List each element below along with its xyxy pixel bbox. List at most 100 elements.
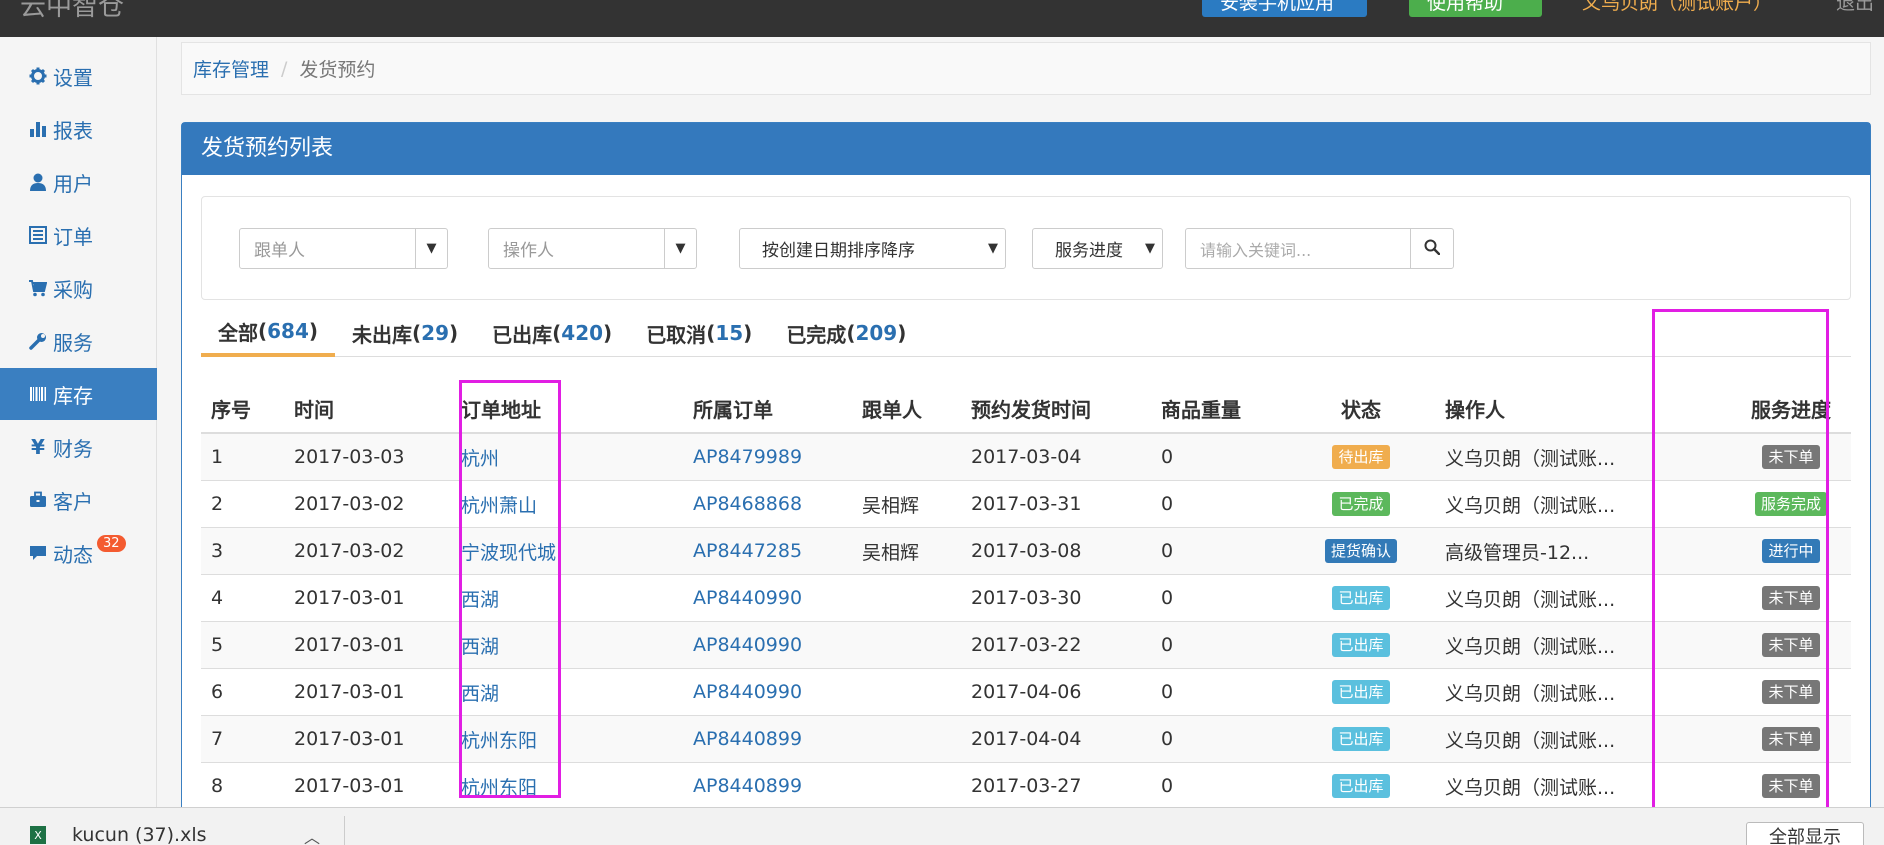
cell-order[interactable]: AP8440899 [693,763,802,809]
sidebar-item-service[interactable]: 服务 [0,315,157,367]
sort-select[interactable]: 按创建日期排序降序 ▼ [739,228,1006,269]
logout-link[interactable]: 退出 [1836,0,1874,15]
sidebar-item-customers[interactable]: 客户 [0,474,157,526]
cell-address[interactable]: 西湖 [461,669,499,715]
sidebar-item-inventory[interactable]: 库存 [0,368,157,420]
sidebar-item-label: 库存 [53,383,93,408]
cell-operator: 义乌贝朗（测试账... [1445,729,1616,752]
table-row: 8 2017-03-01 杭州东阳 AP8440899 2017-03-27 0 已出库 义乌… [201,763,1851,810]
operator-select[interactable]: 操作人 ▼ [488,228,697,269]
sidebar-item-activity[interactable]: 动态 32 [0,527,157,579]
cell-status: 已出库 [1301,669,1421,715]
chevron-up-icon[interactable]: ︿ [304,824,320,845]
progress-label: 未下单 [1762,445,1820,469]
cell-progress: 未下单 [1731,575,1851,621]
cell-order[interactable]: AP8479989 [693,434,802,480]
sidebar-item-label: 客户 [53,489,93,514]
sidebar-item-label: 报表 [53,118,93,143]
col-header-ship-time: 预约发货时间 [971,398,1091,422]
cell-address[interactable]: 杭州东阳 [461,763,537,809]
current-user-link[interactable]: 义乌贝朗（测试账户） [1582,0,1772,15]
sidebar-item-label: 设置 [53,65,93,90]
cell-address[interactable]: 西湖 [461,575,499,621]
table-row: 3 2017-03-02 宁波现代城 AP8447285 吴相辉 2017-03-08 0 提… [201,528,1851,575]
sidebar-item-label: 用户 [53,171,93,196]
status-label: 已出库 [1332,727,1390,751]
cell-order[interactable]: AP8440990 [693,575,802,621]
col-header-order: 所属订单 [693,398,773,422]
help-button[interactable]: 使用帮助 [1409,0,1542,17]
cell-follower: 吴相辉 [862,494,920,517]
tab-cancelled[interactable]: 已取消(15) [629,309,769,357]
cell-weight: 0 [1161,540,1174,562]
cell-order[interactable]: AP8440990 [693,622,802,668]
cell-operator: 义乌贝朗（测试账... [1445,588,1616,611]
cell-index: 2 [211,493,224,515]
cell-progress: 未下单 [1731,763,1851,809]
cell-progress: 进行中 [1731,528,1851,574]
breadcrumb-inventory-link[interactable]: 库存管理 [193,55,269,82]
sidebar-item-users[interactable]: 用户 [0,156,157,208]
cell-time: 2017-03-02 [294,493,405,515]
cell-address[interactable]: 杭州东阳 [461,716,537,762]
sidebar-item-label: 动态 [53,542,93,567]
progress-label: 服务完成 [1754,492,1827,516]
col-header-follower: 跟单人 [862,398,922,422]
cell-weight: 0 [1161,775,1174,797]
tab-completed[interactable]: 已完成(209) [769,309,923,357]
tab-label: 已出库 [492,322,553,347]
tab-count: 209 [855,321,898,345]
show-all-downloads-button[interactable]: 全部显示 [1746,822,1864,845]
cell-ship-time: 2017-03-30 [971,587,1082,609]
col-header-weight: 商品重量 [1161,398,1241,422]
wrench-icon [27,332,49,350]
cell-address[interactable]: 宁波现代城 [461,528,556,574]
sidebar-item-label: 采购 [53,277,93,302]
sidebar-item-orders[interactable]: 订单 [0,209,157,261]
sidebar-item-reports[interactable]: 报表 [0,103,157,155]
filter-bar: 跟单人 ▼ 操作人 ▼ 按创建日期排序降序 ▼ 服务进度 ▼ 请输入关键词... [201,196,1851,300]
tab-all[interactable]: 全部(684) [201,309,336,357]
progress-label: 未下单 [1762,680,1820,704]
status-label: 已出库 [1332,680,1390,704]
tab-label: 未出库 [352,322,413,347]
search-button[interactable] [1410,228,1454,269]
install-mobile-app-label: 安装手机应用 [1220,0,1335,14]
cell-time: 2017-03-02 [294,540,405,562]
col-header-index: 序号 [211,398,251,422]
cell-weight: 0 [1161,587,1174,609]
sidebar-item-finance[interactable]: ¥ 财务 [0,421,157,473]
progress-label: 未下单 [1762,774,1820,798]
cell-ship-time: 2017-03-31 [971,493,1082,515]
tab-count: 684 [267,319,309,343]
cell-time: 2017-03-01 [294,775,405,797]
cell-status: 已出库 [1301,763,1421,809]
cell-order[interactable]: AP8468868 [693,481,802,527]
cell-status: 待出库 [1301,434,1421,480]
cell-address[interactable]: 西湖 [461,622,499,668]
cell-status: 已完成 [1301,481,1421,527]
tab-shipped[interactable]: 已出库(420) [475,309,629,357]
col-header-status: 状态 [1341,398,1381,422]
sidebar-item-settings[interactable]: 设置 [0,50,157,102]
cell-address[interactable]: 杭州 [461,434,499,480]
cell-order[interactable]: AP8440990 [693,669,802,715]
cell-ship-time: 2017-03-27 [971,775,1082,797]
cell-operator: 义乌贝朗（测试账... [1445,635,1616,658]
cell-order[interactable]: AP8447285 [693,528,802,574]
follower-select[interactable]: 跟单人 ▼ [239,228,448,269]
cell-address[interactable]: 杭州萧山 [461,481,537,527]
tab-count: 29 [421,321,450,345]
cell-weight: 0 [1161,728,1174,750]
cell-order[interactable]: AP8440899 [693,716,802,762]
shipment-table: 序号 时间 订单地址 所属订单 跟单人 预约发货时间 商品重量 状态 操作人 服… [201,385,1851,810]
sidebar-item-purchase[interactable]: 采购 [0,262,157,314]
progress-select[interactable]: 服务进度 ▼ [1032,228,1163,269]
keyword-search-input[interactable]: 请输入关键词... [1185,228,1411,269]
cell-time: 2017-03-01 [294,587,405,609]
download-item[interactable]: X kucun (37).xls [30,824,207,845]
tab-not-shipped[interactable]: 未出库(29) [335,309,475,357]
install-mobile-app-button[interactable]: 安装手机应用 [1202,0,1367,17]
tab-label: 全部 [218,320,258,345]
tab-count: 15 [715,321,744,345]
